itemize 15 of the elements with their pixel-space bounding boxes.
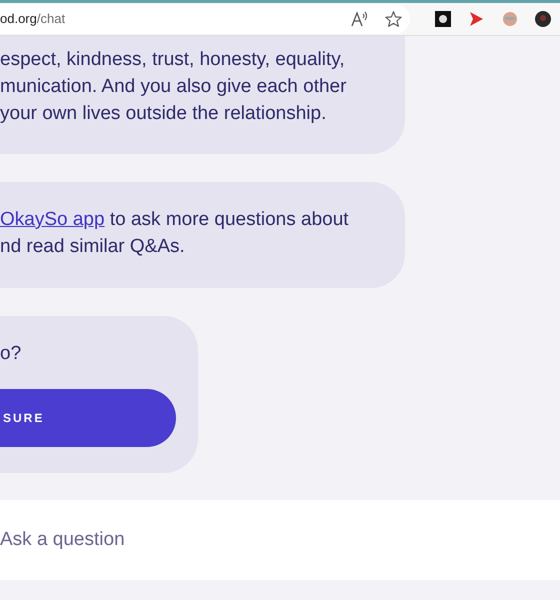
message-text: munication. And you also give each other bbox=[0, 75, 346, 99]
address-url[interactable]: od.org/chat bbox=[0, 9, 66, 29]
message-text: nd read similar Q&As. bbox=[0, 235, 185, 259]
message-text: your own lives outside the relationship. bbox=[0, 102, 326, 126]
message-text: espect, kindness, trust, honesty, equality, bbox=[0, 48, 345, 72]
extension-icon[interactable] bbox=[434, 11, 451, 27]
question-field[interactable]: Ask a question bbox=[0, 500, 560, 580]
answer-button[interactable]: SURE bbox=[0, 389, 176, 447]
message-text: OkaySo app to ask more questions about bbox=[0, 208, 349, 232]
profile-avatar-icon[interactable] bbox=[535, 11, 552, 27]
message-text: o? bbox=[0, 342, 22, 366]
app-link[interactable]: OkaySo app bbox=[0, 209, 105, 230]
play-icon[interactable] bbox=[468, 11, 484, 27]
star-icon[interactable] bbox=[385, 11, 402, 27]
read-aloud-icon[interactable] bbox=[351, 11, 369, 27]
